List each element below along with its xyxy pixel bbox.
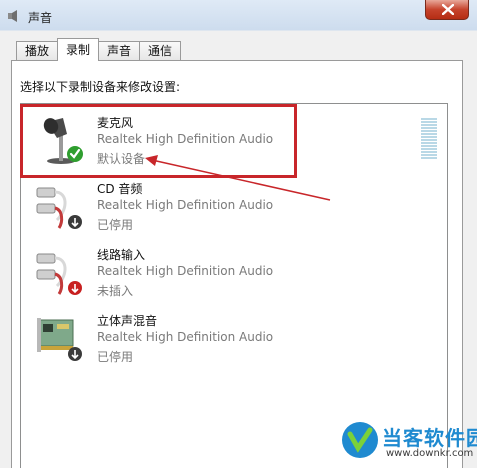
tab-playback[interactable]: 播放 <box>16 41 59 60</box>
tab-recording[interactable]: 录制 <box>57 38 100 61</box>
tab-strip: 播放 录制 声音 通信 <box>16 38 182 61</box>
device-name: 线路输入 <box>97 248 146 262</box>
device-driver: Realtek High Definition Audio <box>97 264 274 278</box>
window-title: 声音 <box>28 11 53 25</box>
device-driver: Realtek High Definition Audio <box>97 198 274 212</box>
instruction-label: 选择以下录制设备来修改设置: <box>20 80 181 94</box>
device-driver: Realtek High Definition Audio <box>97 330 274 344</box>
speaker-icon <box>8 10 17 22</box>
device-status: 已停用 <box>97 350 134 364</box>
device-item-cd-audio[interactable]: CD 音频 Realtek High Definition Audio 已停用 <box>21 174 421 236</box>
rca-jack-icon <box>36 187 82 229</box>
device-item-line-in[interactable]: 线路输入 Realtek High Definition Audio 未插入 <box>21 240 421 302</box>
watermark: 当客软件园 www.downkr.com <box>340 420 477 464</box>
level-meter <box>421 118 437 160</box>
watermark-url: www.downkr.com <box>386 448 474 459</box>
watermark-text: 当客软件园 <box>382 426 477 450</box>
tab-communications[interactable]: 通信 <box>139 41 182 60</box>
close-icon <box>442 4 454 15</box>
sound-dialog: 声音 播放 录制 声音 通信 选择以下录制设备来修改设置: 麦克风 Realte… <box>0 0 477 468</box>
close-button[interactable] <box>425 0 469 20</box>
device-status: 未插入 <box>97 284 134 298</box>
device-item-stereo-mix[interactable]: 立体声混音 Realtek High Definition Audio 已停用 <box>21 306 421 368</box>
rca-jack-icon <box>36 253 82 295</box>
annotation-highlight-box <box>20 104 297 178</box>
tab-sounds[interactable]: 声音 <box>98 41 141 60</box>
watermark-logo-icon <box>342 422 378 458</box>
device-status: 已停用 <box>97 218 134 232</box>
device-name: CD 音频 <box>97 182 143 196</box>
sound-card-icon <box>37 318 82 361</box>
title-bar[interactable]: 声音 <box>0 0 477 32</box>
device-name: 立体声混音 <box>97 314 158 328</box>
